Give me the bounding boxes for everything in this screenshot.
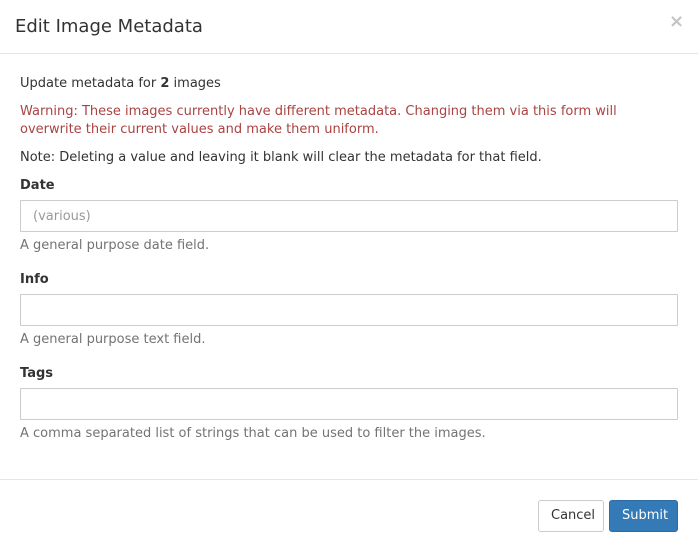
date-label: Date	[20, 178, 55, 193]
tags-label: Tags	[20, 366, 54, 381]
tags-input[interactable]	[20, 388, 678, 420]
cancel-button[interactable]: Cancel	[538, 500, 604, 532]
submit-button[interactable]: Submit	[609, 500, 678, 532]
note-message: Note: Deleting a value and leaving it bl…	[20, 150, 542, 165]
date-input[interactable]	[20, 200, 678, 232]
intro-prefix: Update metadata for	[20, 76, 161, 91]
info-input[interactable]	[20, 294, 678, 326]
warning-message: Warning: These images currently have dif…	[20, 104, 617, 137]
date-help: A general purpose date field.	[20, 238, 210, 253]
dialog-header: Edit Image Metadata ×	[0, 0, 698, 54]
close-icon[interactable]: ×	[669, 12, 684, 32]
intro-suffix: images	[169, 76, 221, 91]
edit-metadata-dialog: Edit Image Metadata × Update metadata fo…	[0, 0, 698, 552]
info-help: A general purpose text field.	[20, 332, 206, 347]
tags-help: A comma separated list of strings that c…	[20, 426, 486, 441]
intro-text: Update metadata for 2 images	[20, 75, 221, 93]
dialog-title: Edit Image Metadata	[15, 16, 203, 37]
info-label: Info	[20, 272, 49, 287]
dialog-footer: Cancel Submit	[0, 479, 698, 552]
